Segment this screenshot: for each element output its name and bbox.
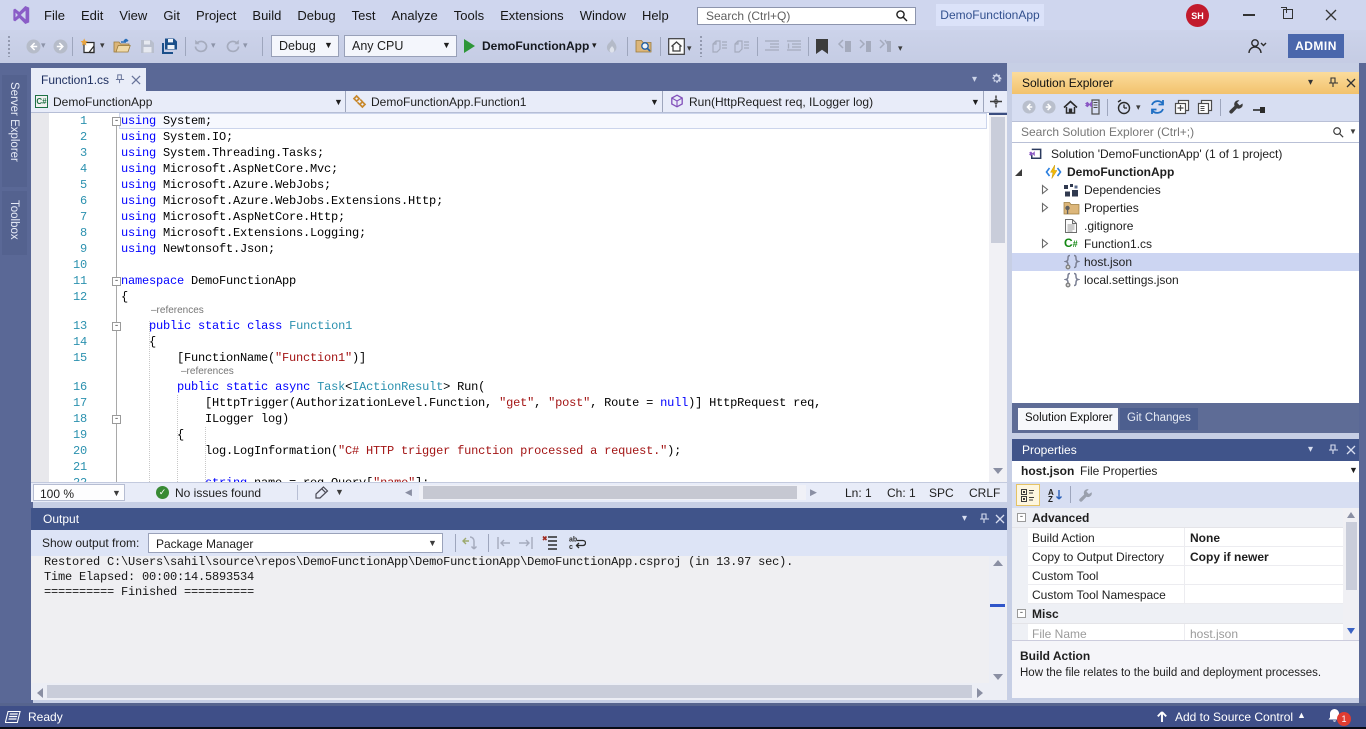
svg-text:ab: ab: [569, 537, 577, 544]
svg-text:Z: Z: [1048, 495, 1053, 502]
svg-text:c: c: [569, 544, 573, 551]
